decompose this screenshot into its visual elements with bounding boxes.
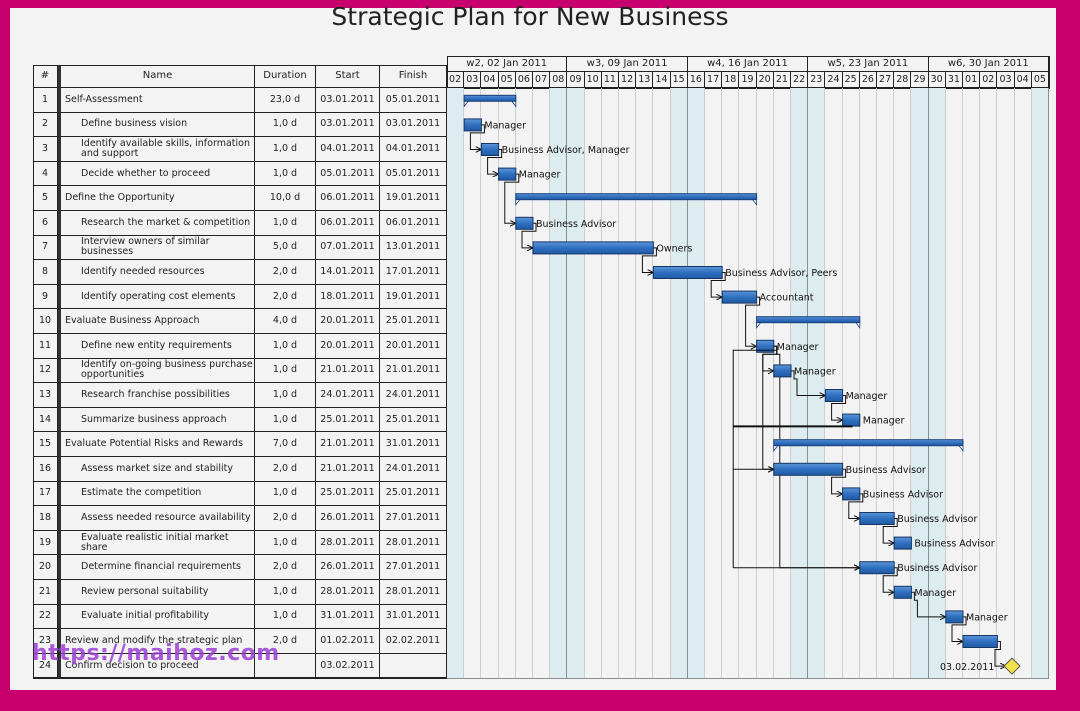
resource-label: Manager bbox=[794, 366, 836, 377]
resource-label: Manager bbox=[863, 416, 905, 427]
task-bar bbox=[945, 610, 964, 624]
task-bar bbox=[773, 462, 844, 476]
task-bar bbox=[842, 413, 861, 427]
milestone-date-label: 03.02.2011 bbox=[940, 662, 994, 673]
resource-label: Manager bbox=[519, 170, 561, 181]
resource-label: Accountant bbox=[760, 293, 814, 304]
task-bar bbox=[515, 216, 534, 230]
summary-bar bbox=[773, 439, 964, 447]
resource-label: Manager bbox=[966, 612, 1008, 623]
resource-label: Business Advisor bbox=[863, 489, 943, 500]
resource-label: Manager bbox=[846, 391, 888, 402]
resource-label: Business Advisor bbox=[846, 465, 926, 476]
summary-bar-cap bbox=[773, 445, 964, 452]
gantt-bars-layer: Manager Business Advisor, Manager Manager B… bbox=[463, 94, 1021, 675]
task-bar bbox=[824, 389, 844, 402]
task-bar bbox=[532, 241, 654, 255]
resource-label: Manager bbox=[484, 120, 526, 131]
resource-label: Business Advisor bbox=[897, 563, 977, 574]
milestone-diamond bbox=[1003, 657, 1021, 675]
summary-bar bbox=[463, 94, 517, 102]
task-bar bbox=[962, 635, 998, 648]
resource-label: Business Advisor bbox=[897, 514, 977, 525]
task-bar bbox=[652, 266, 723, 279]
task-bar bbox=[773, 364, 792, 378]
summary-bar-cap bbox=[756, 322, 861, 329]
resource-label: Manager bbox=[914, 588, 956, 599]
task-bar bbox=[721, 290, 758, 304]
task-bar bbox=[893, 585, 912, 599]
task-bar bbox=[480, 143, 500, 156]
task-bar bbox=[498, 167, 517, 181]
task-bar bbox=[463, 118, 482, 132]
dependency-link bbox=[773, 345, 859, 567]
summary-bar bbox=[756, 316, 861, 324]
task-bar bbox=[842, 487, 861, 501]
resource-label: Business Advisor, Manager bbox=[502, 145, 630, 156]
resource-label: Business Advisor bbox=[914, 539, 994, 550]
task-bar bbox=[893, 536, 912, 550]
resource-label: Owners bbox=[656, 243, 692, 254]
resource-label: Manager bbox=[777, 342, 819, 353]
summary-bar bbox=[515, 193, 758, 201]
dependency-trunk bbox=[732, 346, 778, 568]
resource-label: Business Advisor bbox=[536, 219, 616, 230]
summary-bar-cap bbox=[515, 199, 757, 206]
task-bar bbox=[859, 512, 895, 525]
summary-bar-cap bbox=[463, 100, 517, 108]
task-bar bbox=[859, 561, 895, 575]
resource-label: Business Advisor, Peers bbox=[725, 268, 837, 279]
